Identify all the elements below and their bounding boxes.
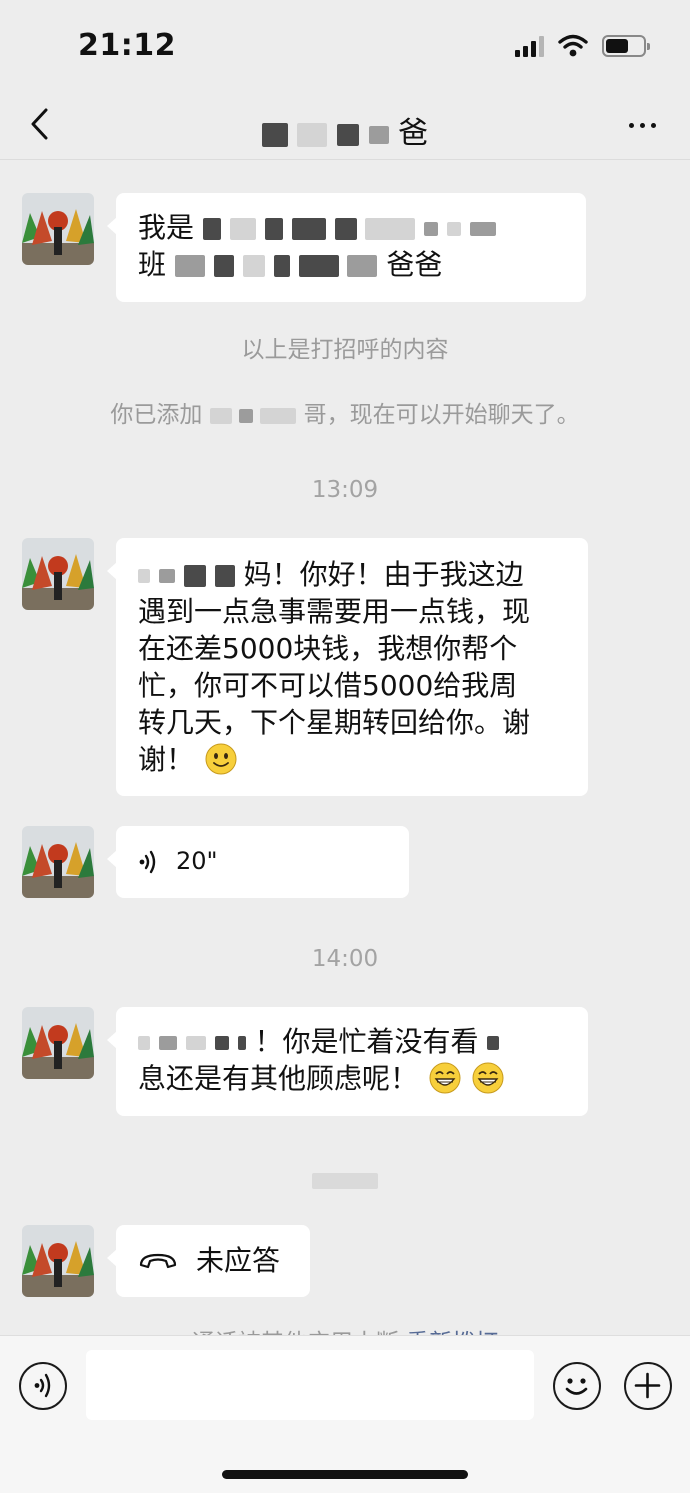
phone-hangup-icon <box>139 1253 177 1268</box>
redacted-block <box>183 565 206 587</box>
redacted-block <box>291 218 326 240</box>
status-icons <box>515 32 650 60</box>
redacted-block <box>365 218 416 240</box>
contact-avatar[interactable] <box>22 1007 94 1079</box>
chat-header: 爸 <box>0 90 690 160</box>
message-bubble[interactable]: ！你是忙着没有看 息还是有其他顾虑呢！ <box>107 1007 588 1116</box>
message-text: 在还差5000块钱，我想你帮个 <box>138 632 518 665</box>
battery-icon <box>602 35 650 57</box>
system-notice: 以上是打招呼的内容 <box>241 337 449 363</box>
redacted-block <box>273 255 290 277</box>
message-bubble[interactable]: 我是 班 爸爸 <box>107 193 586 302</box>
cellular-signal-icon <box>515 35 544 57</box>
redacted-block <box>347 255 378 277</box>
voice-icon <box>139 850 156 873</box>
message-text: 谢！ <box>138 743 195 776</box>
avatar-image <box>22 1225 94 1297</box>
redacted-block <box>487 1036 500 1050</box>
wifi-icon <box>558 34 588 57</box>
redacted-timestamp <box>312 1170 378 1189</box>
message-text: 爸爸 <box>386 248 443 281</box>
home-indicator[interactable] <box>222 1470 468 1479</box>
contact-avatar[interactable] <box>22 826 94 898</box>
emoji-button[interactable] <box>553 1362 601 1410</box>
call-message-bubble[interactable]: 未应答 <box>107 1225 310 1297</box>
grin-emoji-icon <box>429 1062 461 1094</box>
redacted-block <box>337 123 359 146</box>
redacted-block <box>298 255 339 277</box>
timestamp: 14:00 <box>311 946 379 972</box>
redacted-block <box>368 125 389 144</box>
message-text: 我是 <box>138 211 195 244</box>
redacted-block <box>312 1172 378 1189</box>
redacted-block <box>261 122 288 147</box>
status-time: 21:12 <box>78 28 176 63</box>
message-text: 班 <box>138 248 167 281</box>
chat-title: 爸 <box>0 108 690 152</box>
call-status-label: 未应答 <box>196 1244 281 1277</box>
status-bar: 21:12 <box>0 0 690 90</box>
system-notice: 你已添加 哥，现在可以开始聊天了。 <box>0 395 690 429</box>
voice-input-button[interactable] <box>19 1362 67 1410</box>
timestamp: 13:09 <box>311 477 379 503</box>
redacted-block <box>138 1036 150 1050</box>
redacted-block <box>470 222 497 236</box>
contact-avatar[interactable] <box>22 193 94 265</box>
redacted-block <box>185 1036 206 1050</box>
voice-duration: 20" <box>176 847 218 875</box>
avatar-image <box>22 826 94 898</box>
redacted-block <box>202 218 221 240</box>
smile-emoji-icon <box>205 743 237 775</box>
message-text: 息还是有其他顾虑呢！ <box>138 1062 419 1095</box>
redacted-block <box>447 222 462 236</box>
more-options-button[interactable] <box>622 110 662 140</box>
more-dots-icon <box>628 122 634 128</box>
message-text: ！你是忙着没有看 <box>254 1025 479 1058</box>
message-bubble[interactable]: 妈！你好！由于我这边 遇到一点急事需要用一点钱，现 在还差5000块钱，我想你帮… <box>107 538 588 796</box>
redacted-block <box>158 1036 177 1050</box>
redacted-block <box>158 569 175 583</box>
redacted-block <box>242 255 265 277</box>
system-notice-text: 哥，现在可以开始聊天了。 <box>303 402 580 428</box>
redacted-block <box>138 569 150 583</box>
avatar-image <box>22 538 94 610</box>
message-input[interactable] <box>86 1350 534 1420</box>
message-text: 妈！你好！由于我这边 <box>243 558 524 591</box>
redacted-block <box>297 122 328 147</box>
redacted-block <box>260 407 297 424</box>
voice-message-bubble[interactable]: 20" <box>107 826 409 898</box>
more-functions-button[interactable] <box>624 1362 672 1410</box>
avatar-image <box>22 193 94 265</box>
message-text: 忙，你可不可以借5000给我周 <box>138 669 518 702</box>
redacted-block <box>213 255 234 277</box>
contact-avatar[interactable] <box>22 1225 94 1297</box>
redacted-block <box>237 1036 246 1050</box>
input-bar <box>0 1335 690 1493</box>
redacted-block <box>424 222 439 236</box>
redacted-block <box>229 218 256 240</box>
contact-avatar[interactable] <box>22 538 94 610</box>
redacted-block <box>334 218 357 240</box>
avatar-image <box>22 1007 94 1079</box>
redacted-block <box>209 407 232 424</box>
redacted-block <box>264 218 283 240</box>
redacted-block <box>214 1036 229 1050</box>
voice-icon <box>34 1373 51 1398</box>
redacted-block <box>214 565 235 587</box>
system-notice-text: 你已添加 <box>110 402 203 428</box>
chat-title-text: 爸 <box>398 116 429 151</box>
grin-emoji-icon <box>472 1062 504 1094</box>
redacted-block <box>174 255 205 277</box>
plus-icon <box>634 1372 661 1399</box>
emoji-icon <box>565 1378 588 1395</box>
redacted-block <box>239 408 253 423</box>
message-text: 转几天，下个星期转回给你。谢 <box>138 706 531 739</box>
message-text: 遇到一点急事需要用一点钱，现 <box>138 595 531 628</box>
